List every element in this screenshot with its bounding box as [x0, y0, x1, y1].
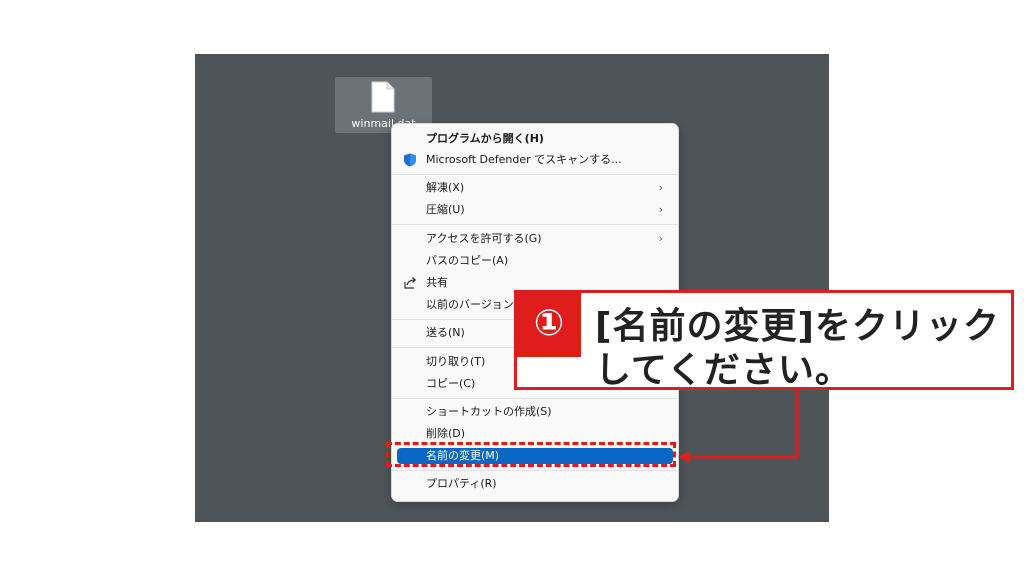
instruction-callout: ① [名前の変更]をクリック してください。: [514, 290, 1014, 391]
step-number-badge: ①: [517, 293, 581, 357]
callout-connector: [678, 390, 799, 463]
callout-text-line2: してください。: [595, 350, 852, 391]
